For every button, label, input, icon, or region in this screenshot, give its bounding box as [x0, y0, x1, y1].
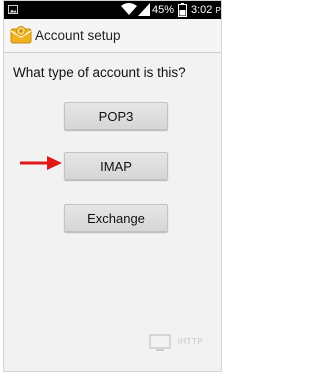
- imap-button[interactable]: IMAP: [64, 152, 168, 180]
- watermark-text: iHTTP: [178, 337, 204, 346]
- action-bar: Account setup: [4, 19, 221, 53]
- phone-screen: 45% 3:02 PM Account setup What type of a…: [3, 0, 222, 372]
- signal-icon: [138, 3, 150, 16]
- battery-percentage: 45%: [152, 4, 175, 16]
- red-arrow-icon: [20, 156, 62, 170]
- pop3-button[interactable]: POP3: [64, 102, 168, 130]
- battery-icon: [178, 3, 187, 17]
- clock-time: 3:02: [191, 4, 213, 16]
- wifi-icon: [121, 3, 137, 15]
- picture-icon: [8, 5, 18, 14]
- clock-ampm: PM: [215, 6, 221, 15]
- account-type-question: What type of account is this?: [13, 65, 186, 80]
- clock: 3:02 PM: [191, 3, 221, 18]
- page-title: Account setup: [35, 28, 121, 43]
- monitor-icon: [149, 334, 171, 351]
- status-bar: 45% 3:02 PM: [4, 1, 221, 19]
- email-setup-icon: [10, 26, 32, 44]
- exchange-button[interactable]: Exchange: [64, 204, 168, 232]
- watermark: iHTTP: [148, 333, 218, 355]
